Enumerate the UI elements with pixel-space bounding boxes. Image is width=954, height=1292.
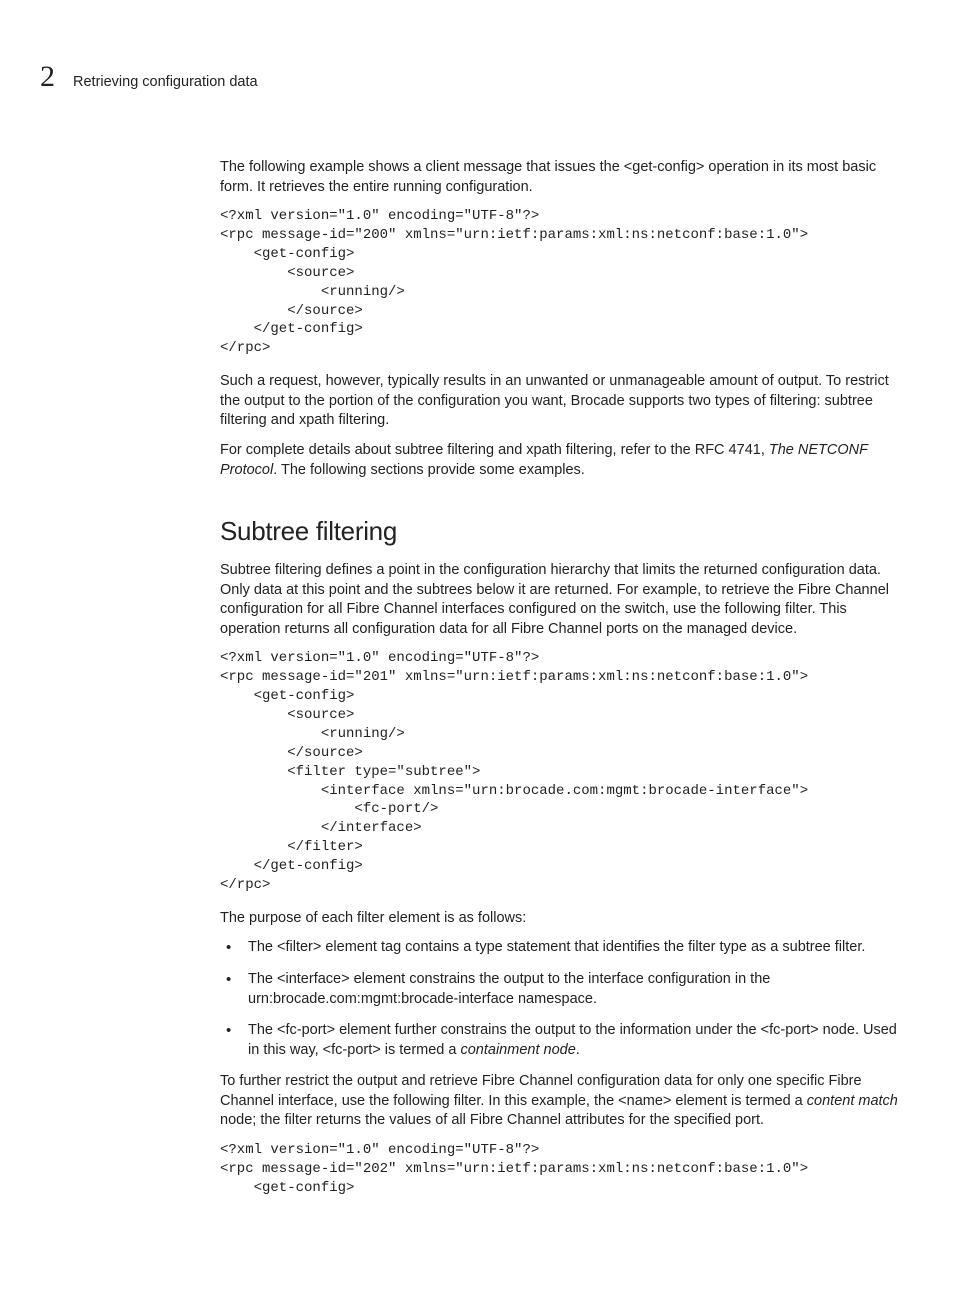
restrict-paragraph: To further restrict the output and retri… — [220, 1072, 906, 1131]
list-item: The <filter> element tag contains a type… — [220, 938, 906, 958]
purpose-paragraph: The purpose of each filter element is as… — [220, 909, 906, 929]
ref-text-pre: For complete details about subtree filte… — [220, 442, 769, 458]
running-title: Retrieving configuration data — [73, 74, 258, 90]
list-item: The <fc-port> element further constrains… — [220, 1021, 906, 1060]
intro-paragraph: The following example shows a client mes… — [220, 158, 906, 197]
restrict-pre: To further restrict the output and retri… — [220, 1073, 862, 1109]
reference-paragraph: For complete details about subtree filte… — [220, 441, 906, 480]
code-block-3: <?xml version="1.0" encoding="UTF-8"?> <… — [220, 1141, 906, 1198]
bullet3-italic: containment node — [460, 1042, 575, 1058]
section-heading: Subtree filtering — [220, 516, 906, 547]
page: 2 Retrieving configuration data The foll… — [0, 0, 954, 1292]
code-block-1: <?xml version="1.0" encoding="UTF-8"?> <… — [220, 207, 906, 358]
running-header: 2 Retrieving configuration data — [40, 60, 906, 94]
restrict-post: node; the filter returns the values of a… — [220, 1112, 764, 1128]
paragraph-after-code1: Such a request, however, typically resul… — [220, 372, 906, 431]
ref-text-post: . The following sections provide some ex… — [273, 462, 585, 478]
bullet3-post: . — [576, 1042, 580, 1058]
chapter-number: 2 — [40, 60, 55, 94]
restrict-italic: content match — [807, 1093, 898, 1109]
list-item: The <interface> element constrains the o… — [220, 970, 906, 1009]
subtree-intro-paragraph: Subtree filtering defines a point in the… — [220, 561, 906, 639]
content-column: The following example shows a client mes… — [220, 158, 906, 1198]
bullet-list: The <filter> element tag contains a type… — [220, 938, 906, 1060]
code-block-2: <?xml version="1.0" encoding="UTF-8"?> <… — [220, 649, 906, 895]
